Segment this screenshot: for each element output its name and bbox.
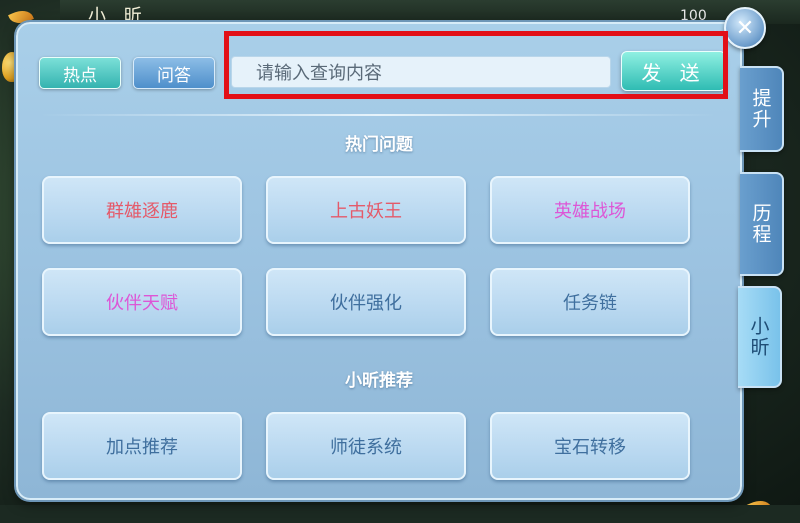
recommend-button[interactable]: 宝石转移 [490,412,690,480]
section-title-recommend: 小昕推荐 [345,371,413,391]
question-button[interactable]: 群雄逐鹿 [42,176,242,244]
side-tab-xiaoxin[interactable]: 小昕 [738,286,782,388]
side-tab-history[interactable]: 历程 [740,172,784,276]
tab-qa[interactable]: 问答 [133,57,215,89]
search-input[interactable]: 请输入查询内容 [231,56,611,88]
question-button[interactable]: 英雄战场 [490,176,690,244]
send-button[interactable]: 发 送 [621,51,726,91]
close-icon[interactable]: ✕ [724,7,766,49]
tab-hot[interactable]: 热点 [39,57,121,89]
recommend-button[interactable]: 加点推荐 [42,412,242,480]
recommend-button[interactable]: 师徒系统 [266,412,466,480]
question-button[interactable]: 上古妖王 [266,176,466,244]
side-tab-upgrade[interactable]: 提升 [740,66,784,152]
question-button[interactable]: 伙伴天赋 [42,268,242,336]
question-button[interactable]: 任务链 [490,268,690,336]
game-bottom-bar [0,505,800,523]
question-button[interactable]: 伙伴强化 [266,268,466,336]
section-title-hot-questions: 热门问题 [345,135,413,155]
xiaoxin-assistant-panel: 热点 问答 请输入查询内容 发 送 热门问题 群雄逐鹿 上古妖王 英雄战场 伙伴… [16,22,742,500]
divider [40,114,716,116]
